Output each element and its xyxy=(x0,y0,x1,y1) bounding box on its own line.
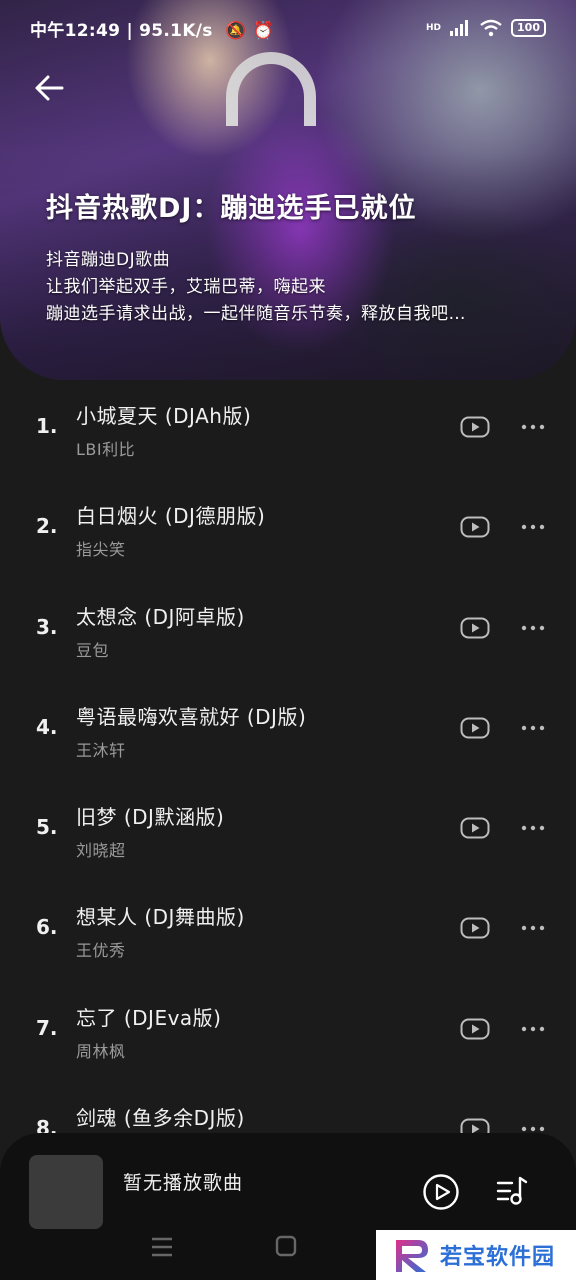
song-row[interactable]: 6. 想某人 (DJ舞曲版) 王优秀 xyxy=(0,879,576,979)
description-line: 蹦迪选手请求出战，一起伴随音乐节奏，释放自我吧… xyxy=(46,304,466,324)
description-line: 让我们举起双手，艾瑞巴蒂，嗨起来 xyxy=(46,277,326,297)
watermark-text: 若宝软件园 xyxy=(440,1245,556,1270)
mute-icon: 🔕 xyxy=(224,20,247,41)
video-play-icon[interactable] xyxy=(460,917,490,939)
song-row[interactable]: 7. 忘了 (DJEva版) 周林枫 xyxy=(0,980,576,1080)
status-time: 中午12:49 xyxy=(30,20,121,41)
song-artist: 刘晓超 xyxy=(76,841,126,861)
more-options-icon[interactable] xyxy=(520,717,546,739)
song-title: 旧梦 (DJ默涵版) xyxy=(76,805,225,830)
now-playing-cover[interactable] xyxy=(29,1155,103,1229)
song-row[interactable]: 1. 小城夏天 (DJAh版) LBI利比 xyxy=(0,378,576,478)
song-title: 剑魂 (鱼多余DJ版) xyxy=(76,1106,245,1131)
hd-label: HD xyxy=(426,23,442,33)
playlist-info: 抖音热歌DJ：蹦迪选手已就位 抖音蹦迪DJ歌曲 让我们举起双手，艾瑞巴蒂，嗨起来… xyxy=(46,186,546,328)
video-play-icon[interactable] xyxy=(460,717,490,739)
video-play-icon[interactable] xyxy=(460,817,490,839)
status-right: HD 100 xyxy=(426,19,546,37)
song-title: 想某人 (DJ舞曲版) xyxy=(76,905,245,930)
battery-indicator: 100 xyxy=(511,19,546,37)
song-artist: LBI利比 xyxy=(76,440,136,459)
song-artist: 豆包 xyxy=(76,640,110,660)
headphones-graphic xyxy=(226,52,316,126)
song-number: 7. xyxy=(36,1015,58,1040)
play-icon[interactable] xyxy=(422,1173,460,1211)
more-options-icon[interactable] xyxy=(520,817,546,839)
song-list: 1. 小城夏天 (DJAh版) LBI利比 2. 白日烟火 (DJ德朋版) 指尖… xyxy=(0,378,576,1180)
playlist-title: 抖音热歌DJ：蹦迪选手已就位 xyxy=(46,193,417,224)
song-row[interactable]: 3. 太想念 (DJ阿卓版) 豆包 xyxy=(0,579,576,679)
song-row[interactable]: 5. 旧梦 (DJ默涵版) 刘晓超 xyxy=(0,779,576,879)
signal-icon xyxy=(450,20,469,36)
alarm-icon: ⏰ xyxy=(252,20,275,41)
song-row[interactable]: 2. 白日烟火 (DJ德朋版) 指尖笑 xyxy=(0,478,576,578)
now-playing-text: 暂无播放歌曲 xyxy=(123,1172,244,1194)
back-arrow-icon[interactable] xyxy=(32,70,68,106)
song-artist: 指尖笑 xyxy=(76,540,126,560)
status-left: 中午12:49 | 95.1K/s 🔕 ⏰ xyxy=(30,20,275,41)
watermark-logo-icon xyxy=(396,1240,428,1272)
menu-icon[interactable] xyxy=(150,1236,174,1258)
more-options-icon[interactable] xyxy=(520,917,546,939)
song-number: 6. xyxy=(36,915,58,940)
song-artist: 周林枫 xyxy=(76,1041,126,1061)
watermark: 若宝软件园 xyxy=(376,1230,576,1280)
song-number: 4. xyxy=(36,714,58,739)
more-options-icon[interactable] xyxy=(520,416,546,438)
song-title: 白日烟火 (DJ德朋版) xyxy=(76,504,266,529)
song-row[interactable]: 4. 粤语最嗨欢喜就好 (DJ版) 王沐轩 xyxy=(0,679,576,779)
song-number: 2. xyxy=(36,514,58,539)
song-title: 忘了 (DJEva版) xyxy=(76,1005,222,1030)
song-number: 3. xyxy=(36,614,58,639)
video-play-icon[interactable] xyxy=(460,416,490,438)
more-options-icon[interactable] xyxy=(520,1018,546,1040)
song-artist: 王沐轩 xyxy=(76,740,126,760)
song-number: 1. xyxy=(36,414,58,438)
playlist-description: 抖音蹦迪DJ歌曲 让我们举起双手，艾瑞巴蒂，嗨起来 蹦迪选手请求出战，一起伴随音… xyxy=(46,247,546,328)
network-speed: 95.1K/s xyxy=(139,20,213,41)
description-line: 抖音蹦迪DJ歌曲 xyxy=(46,250,171,270)
wifi-icon xyxy=(480,19,502,37)
song-title: 小城夏天 (DJAh版) xyxy=(76,404,252,428)
playlist-icon[interactable] xyxy=(494,1173,530,1209)
video-play-icon[interactable] xyxy=(460,516,490,538)
song-title: 太想念 (DJ阿卓版) xyxy=(76,604,245,629)
video-play-icon[interactable] xyxy=(460,1018,490,1040)
home-icon[interactable] xyxy=(274,1234,298,1258)
song-number: 5. xyxy=(36,815,58,840)
video-play-icon[interactable] xyxy=(460,617,490,639)
more-options-icon[interactable] xyxy=(520,516,546,538)
status-bar: 中午12:49 | 95.1K/s 🔕 ⏰ HD 100 xyxy=(0,0,576,56)
song-title: 粤语最嗨欢喜就好 (DJ版) xyxy=(76,704,307,729)
more-options-icon[interactable] xyxy=(520,617,546,639)
song-artist: 王优秀 xyxy=(76,941,126,961)
